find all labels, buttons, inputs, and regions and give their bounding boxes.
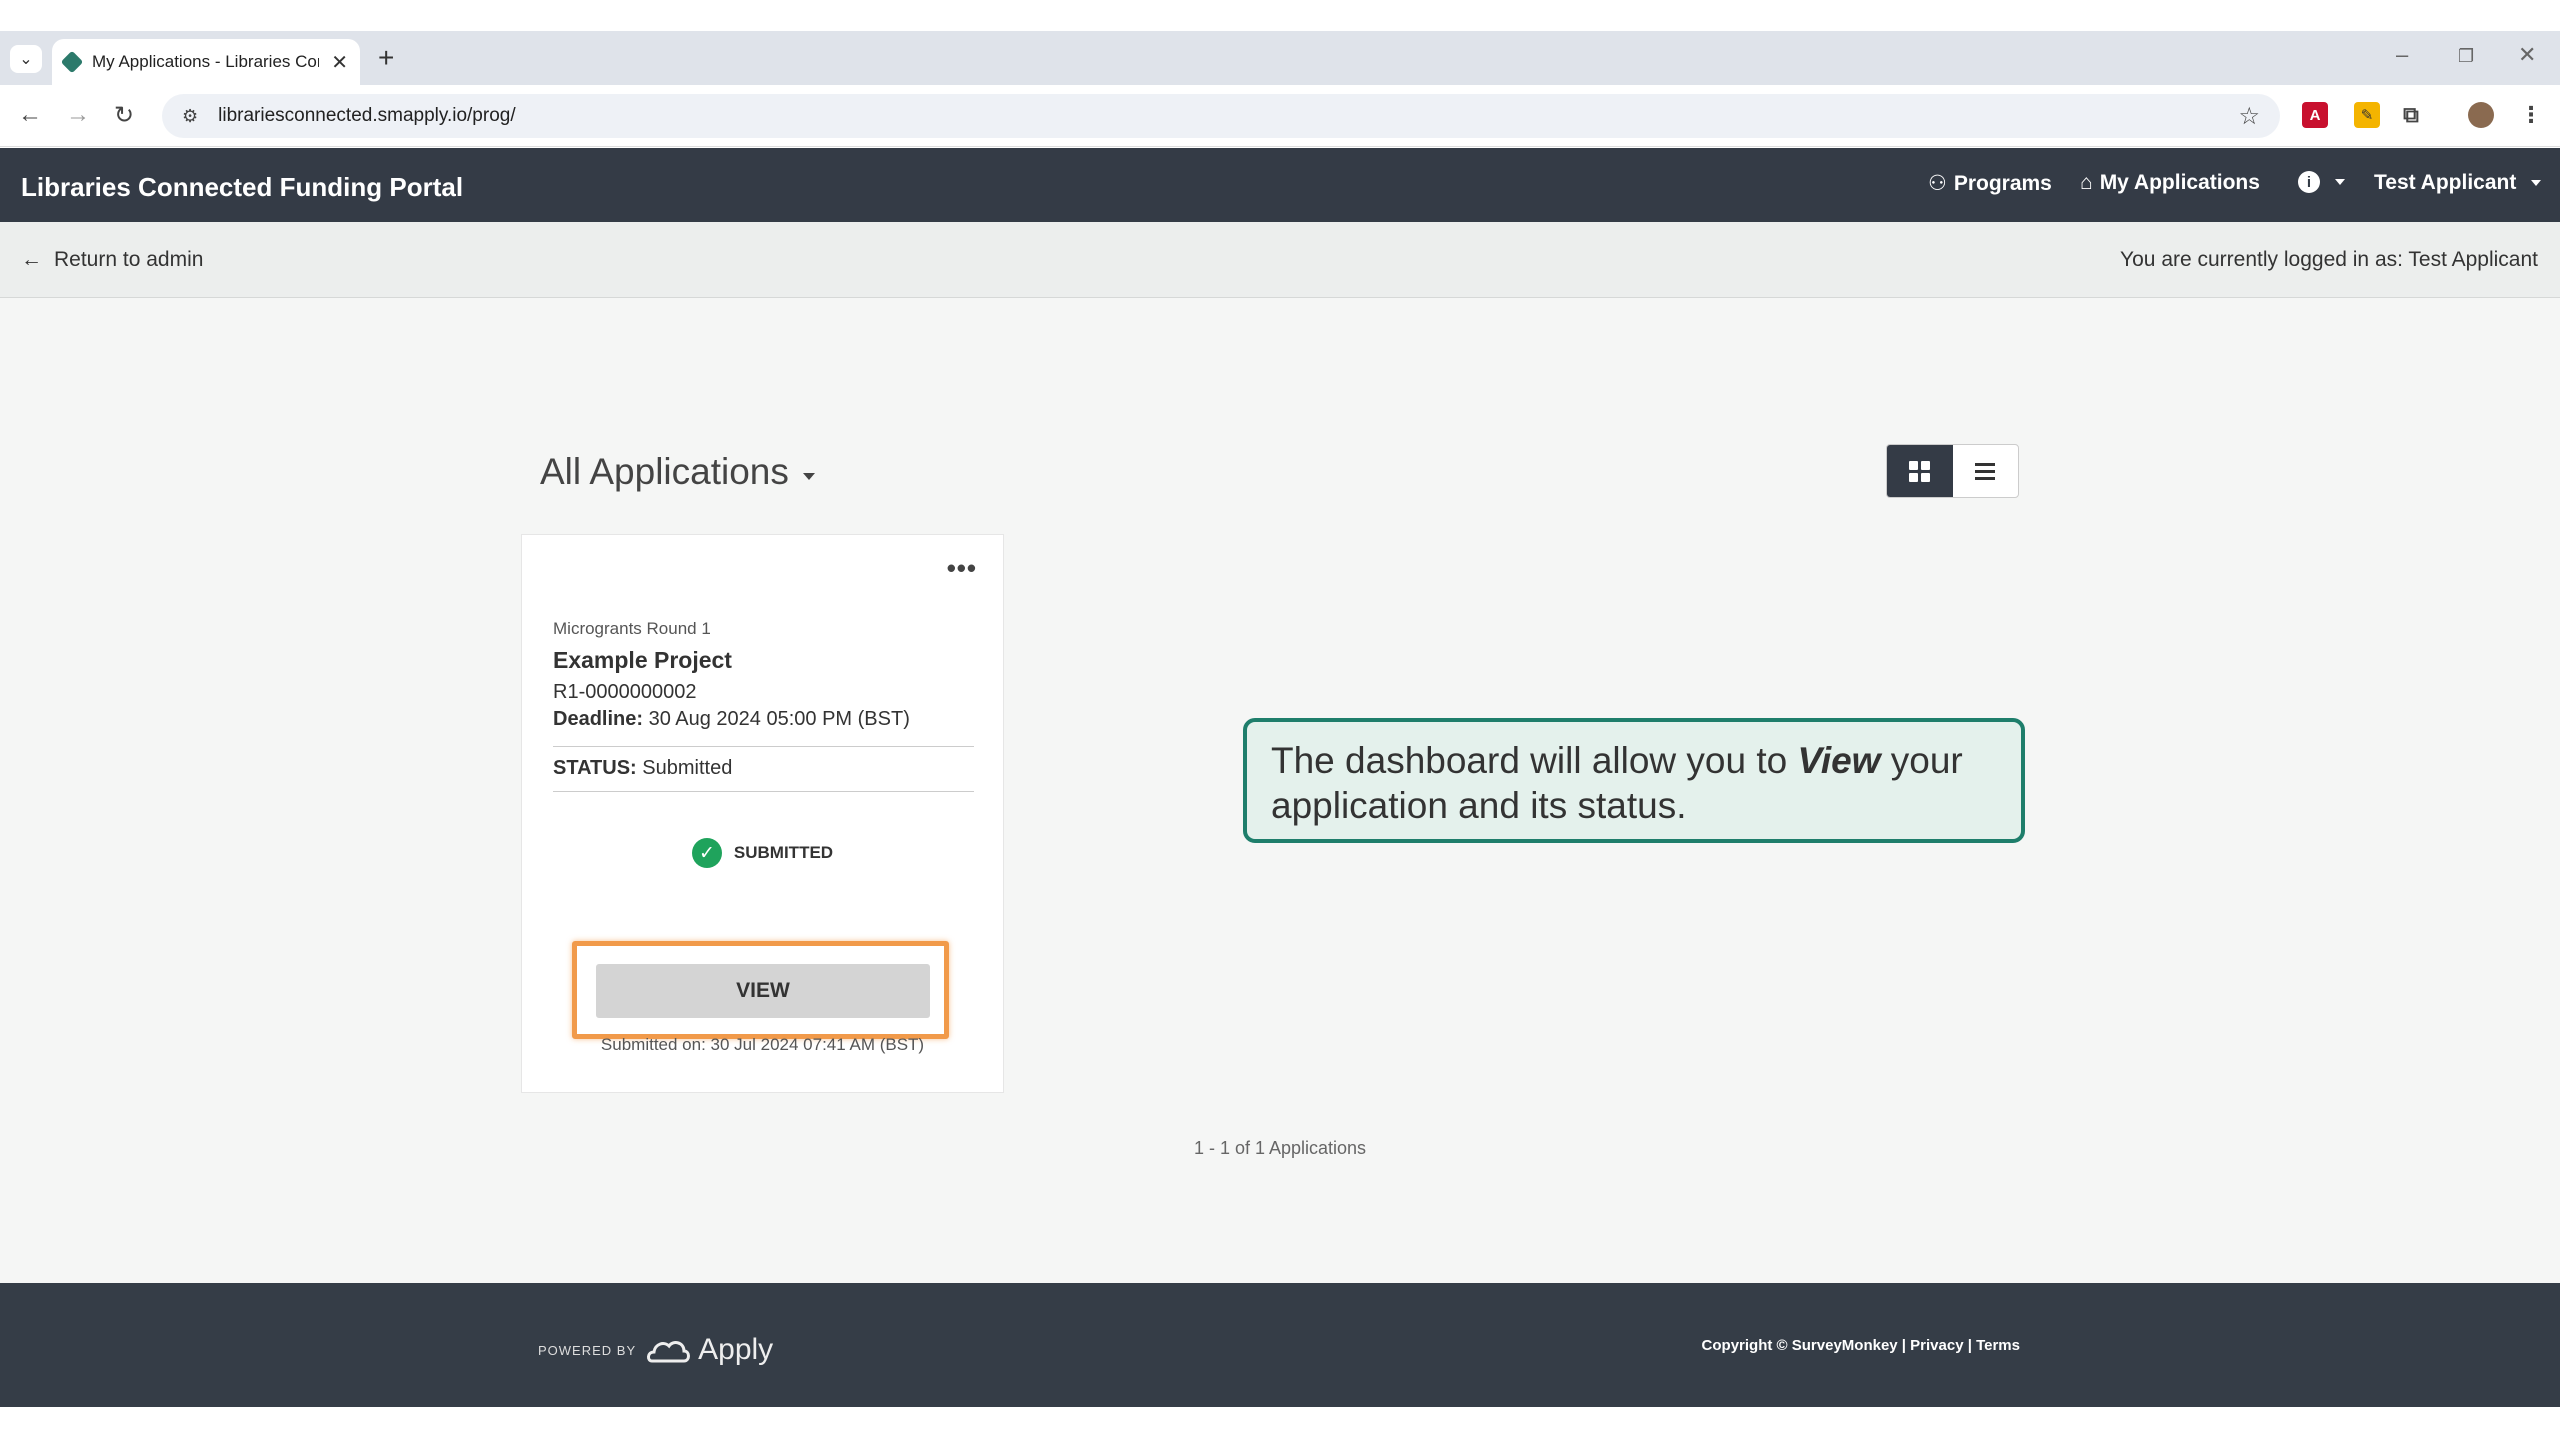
callout-emphasis: View [1797,740,1881,781]
grid-view-button[interactable] [1887,445,1953,497]
nav-my-applications-label: My Applications [2099,171,2260,194]
program-round: Microgrants Round 1 [553,619,711,638]
logged-in-status: You are currently logged in as: Test App… [2120,248,2538,271]
powered-by-label: POWERED BY [538,1342,637,1358]
pdf-extension-icon[interactable]: A [2302,102,2328,128]
pagination-summary: 1 - 1 of 1 Applications [1193,1138,1367,1158]
status-value: Submitted [642,757,733,779]
return-label: Return to admin [54,248,204,271]
deadline: Deadline: 30 Aug 2024 05:00 PM (BST) [553,708,910,731]
info-menu[interactable]: i [2298,171,2345,193]
tab-title: My Applications - Libraries Con [92,52,320,71]
browser-tab[interactable]: My Applications - Libraries Con ✕ [52,39,360,85]
powered-by: POWERED BY Apply [538,1333,773,1367]
return-to-admin-link[interactable]: ← Return to admin [21,248,203,272]
cloud-logo-icon [647,1341,691,1363]
apply-logo-text: Apply [698,1333,774,1366]
nav-programs-label: Programs [1953,171,2052,195]
deadline-value: 30 Aug 2024 05:00 PM (BST) [648,708,910,730]
filter-label: All Applications [540,451,789,492]
tab-search-button[interactable]: ⌄ [10,45,42,73]
window-close-button[interactable]: ✕ [2518,42,2536,68]
status: STATUS: Submitted [553,757,732,780]
view-toggle [1886,444,2019,498]
chevron-down-icon: ⌄ [19,51,33,68]
window-bottom [0,1407,2560,1440]
info-icon: i [2298,171,2320,193]
grid-icon [1909,460,1931,482]
project-id: R1-0000000002 [553,681,697,703]
filter-caret-icon [802,472,815,480]
bookmark-star-icon[interactable]: ☆ [2238,102,2260,131]
extensions-puzzle-icon[interactable]: ⧉ [2398,102,2424,128]
reload-icon[interactable]: ↻ [114,101,134,130]
list-view-button[interactable] [1953,445,2019,497]
user-menu-label: Test Applicant [2374,171,2517,194]
badge-label: SUBMITTED [733,843,834,862]
browser-menu-icon[interactable]: ⋮ [2518,102,2544,128]
nav-my-applications[interactable]: ⌂ My Applications [2080,171,2260,195]
extension-icon[interactable]: ✎ [2354,102,2380,128]
deadline-label: Deadline: [553,708,644,730]
footer-links[interactable]: Copyright © SurveyMonkey | Privacy | Ter… [1702,1337,2020,1354]
site-footer [0,1283,2560,1407]
portal-brand[interactable]: Libraries Connected Funding Portal [21,172,463,203]
url-text[interactable]: librariesconnected.smapply.io/prog/ [218,105,2238,127]
callout-text-before: The dashboard will allow you to [1271,740,1798,781]
status-badge: ✓ SUBMITTED [522,838,1003,868]
tab-close-icon[interactable]: ✕ [331,50,348,75]
site-favicon-icon [60,50,84,74]
check-circle-icon: ✓ [691,838,722,868]
application-card: ••• Microgrants Round 1 Example Project … [521,534,1004,1093]
arrow-left-icon: ← [21,248,42,271]
profile-avatar-icon[interactable] [2468,102,2494,128]
submitted-on: Submitted on: 30 Jul 2024 07:41 AM (BST) [600,1035,925,1054]
new-tab-button[interactable]: + [378,42,394,74]
list-icon [1975,462,1996,480]
apply-logo[interactable]: Apply [646,1333,773,1367]
view-button[interactable]: VIEW [596,964,930,1018]
user-menu[interactable]: Test Applicant [2374,171,2542,195]
status-label: STATUS: [553,757,637,779]
restore-button[interactable]: ❐ [2458,46,2474,67]
back-arrow-icon[interactable]: ← [18,101,42,129]
person-icon: ⚇ [1928,172,1947,195]
address-bar[interactable]: ⚙ librariesconnected.smapply.io/prog/ ☆ [162,94,2280,138]
forward-arrow-icon[interactable]: → [66,101,90,129]
site-settings-icon[interactable]: ⚙ [182,106,198,127]
project-name: Example Project [553,647,732,673]
more-options-icon[interactable]: ••• [947,553,977,584]
home-icon: ⌂ [2080,171,2093,194]
divider [553,791,974,792]
tutorial-callout: The dashboard will allow you to View you… [1243,718,2025,843]
user-caret-icon [2531,180,2542,186]
applications-filter-dropdown[interactable]: All Applications [540,451,815,493]
divider [553,746,974,747]
minimize-button[interactable]: – [2396,42,2408,68]
nav-programs[interactable]: ⚇ Programs [1928,171,2052,196]
info-caret-icon [2335,179,2345,185]
